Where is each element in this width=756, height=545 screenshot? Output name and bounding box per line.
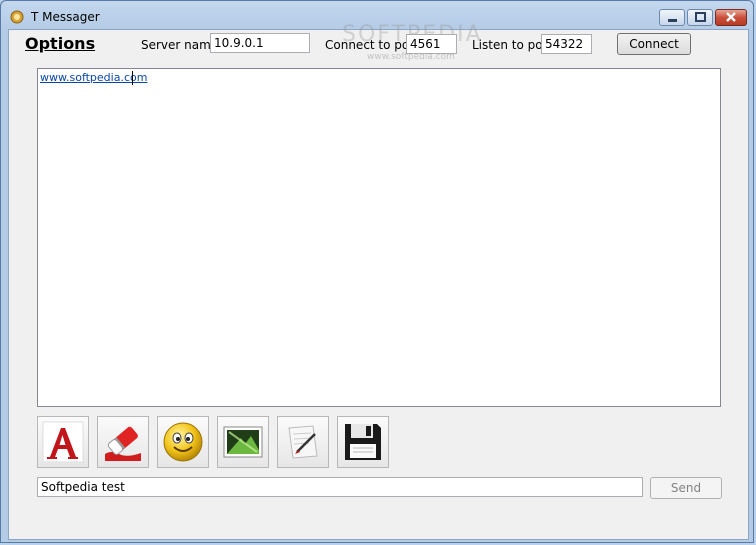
font-icon: [42, 421, 84, 463]
image-icon: [223, 426, 263, 458]
save-icon: [345, 424, 381, 460]
minimize-button[interactable]: [659, 9, 685, 26]
color-button[interactable]: [97, 416, 149, 468]
signature-button[interactable]: [277, 416, 329, 468]
app-window: T Messager SOFTPEDIA www.softpedia.com O…: [0, 0, 754, 543]
server-name-input[interactable]: [210, 33, 310, 53]
font-button[interactable]: [37, 416, 89, 468]
smiley-icon: [163, 422, 203, 462]
text-caret: [132, 71, 133, 85]
maximize-button[interactable]: [687, 9, 713, 26]
close-button[interactable]: [715, 9, 747, 26]
image-button[interactable]: [217, 416, 269, 468]
emoticon-button[interactable]: [157, 416, 209, 468]
connect-button[interactable]: Connect: [617, 33, 691, 55]
client-area: SOFTPEDIA www.softpedia.com Options Serv…: [8, 22, 749, 540]
app-icon: [10, 10, 24, 24]
save-button[interactable]: [337, 416, 389, 468]
signature-icon: [288, 425, 318, 459]
listen-port-input[interactable]: [541, 34, 592, 54]
send-button[interactable]: Send: [650, 477, 722, 499]
compose-input[interactable]: [37, 477, 643, 497]
options-link[interactable]: Options: [25, 34, 95, 53]
window-title: T Messager: [31, 10, 100, 24]
connect-port-input[interactable]: [406, 34, 457, 54]
message-history[interactable]: www.softpedia.com: [37, 68, 721, 407]
eraser-icon: [105, 426, 141, 461]
